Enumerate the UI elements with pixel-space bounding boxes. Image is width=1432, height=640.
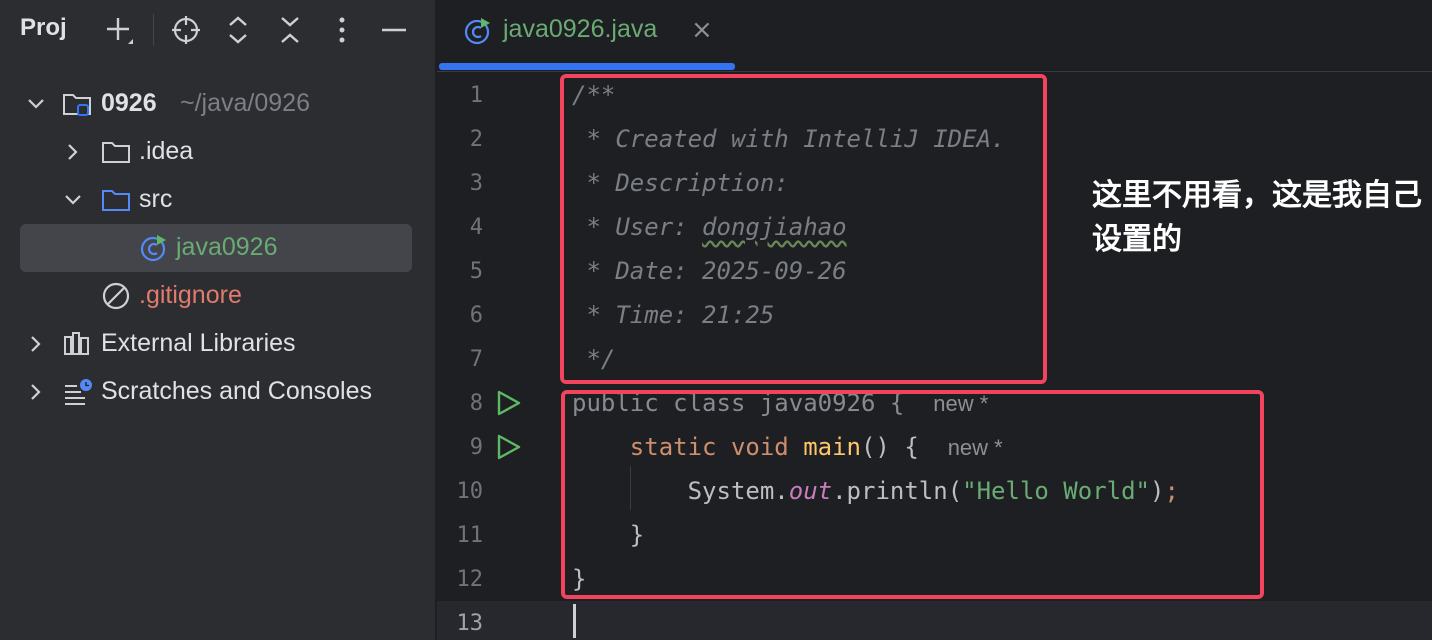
hide-panel-icon[interactable] bbox=[376, 12, 412, 48]
ignored-file-icon bbox=[101, 281, 131, 311]
line-number: 7 bbox=[469, 347, 483, 372]
chevron-right-icon[interactable] bbox=[26, 382, 46, 402]
tree-item-label: .idea bbox=[139, 137, 194, 165]
tree-item-label: External Libraries bbox=[101, 329, 296, 357]
library-icon bbox=[62, 329, 92, 359]
toolbar-separator bbox=[153, 14, 154, 46]
line-number-current: 13 bbox=[456, 611, 484, 636]
java-class-icon bbox=[139, 233, 169, 263]
line-number: 8 bbox=[469, 391, 483, 416]
annotation-box-header-comment bbox=[560, 74, 1047, 384]
active-tab-indicator bbox=[439, 63, 735, 70]
line-number: 3 bbox=[469, 171, 483, 196]
chevron-down-icon[interactable] bbox=[63, 190, 83, 210]
tree-item-gitignore[interactable]: .gitignore bbox=[0, 272, 436, 320]
folder-icon bbox=[101, 137, 131, 167]
locate-icon[interactable] bbox=[168, 12, 204, 48]
line-number: 5 bbox=[469, 259, 483, 284]
tree-item-label: java0926 bbox=[176, 233, 278, 261]
tree-item-external-libraries[interactable]: External Libraries bbox=[0, 320, 436, 368]
more-options-icon[interactable] bbox=[324, 12, 360, 48]
source-folder-icon bbox=[101, 185, 131, 215]
tree-item-root[interactable]: 0926 ~/java/0926 bbox=[0, 80, 436, 128]
tree-item-java-file[interactable]: java0926 bbox=[0, 224, 436, 272]
line-number: 4 bbox=[469, 215, 483, 240]
tab-label: java0926.java bbox=[503, 15, 658, 43]
chevron-right-icon[interactable] bbox=[63, 142, 83, 162]
editor-tab-bar: java0926.java × bbox=[437, 0, 1432, 72]
tree-item-label: src bbox=[139, 185, 173, 213]
tree-item-src[interactable]: src bbox=[0, 176, 436, 224]
java-class-icon bbox=[463, 16, 493, 46]
tree-item-label: Scratches and Consoles bbox=[101, 377, 372, 405]
editor-tab-java0926[interactable]: java0926.java × bbox=[437, 0, 737, 72]
line-number: 12 bbox=[456, 567, 484, 592]
collapse-all-icon[interactable] bbox=[272, 12, 308, 48]
annotation-text: 这里不用看，这是我自己设置的 bbox=[1092, 178, 1422, 257]
close-icon[interactable]: × bbox=[691, 16, 713, 44]
scratches-icon bbox=[62, 377, 92, 407]
chevron-down-icon[interactable] bbox=[26, 94, 46, 114]
line-number: 11 bbox=[456, 523, 484, 548]
chevron-right-icon[interactable] bbox=[26, 334, 46, 354]
tree-item-scratches[interactable]: Scratches and Consoles bbox=[0, 368, 436, 416]
tree-root-path: ~/java/0926 bbox=[180, 89, 310, 117]
tree-item-idea[interactable]: .idea bbox=[0, 128, 436, 176]
line-number: 2 bbox=[469, 127, 483, 152]
line-number: 6 bbox=[469, 303, 483, 328]
run-class-icon[interactable] bbox=[495, 389, 523, 417]
tree-item-label: .gitignore bbox=[139, 281, 242, 309]
add-icon[interactable] bbox=[102, 12, 138, 48]
module-folder-icon bbox=[62, 89, 92, 119]
text-caret bbox=[573, 604, 576, 638]
annotation-box-code bbox=[561, 390, 1264, 599]
run-main-icon[interactable] bbox=[495, 433, 523, 461]
line-number: 10 bbox=[456, 479, 484, 504]
project-panel-title[interactable]: Proj bbox=[20, 14, 67, 42]
project-toolbar: Proj bbox=[0, 0, 436, 62]
line-number: 1 bbox=[469, 83, 483, 108]
project-panel: Proj 0926 ~/java/0926 .idea src java0926… bbox=[0, 0, 436, 640]
tree-root-name: 0926 bbox=[101, 89, 157, 117]
expand-all-icon[interactable] bbox=[220, 12, 256, 48]
editor-gutter: 1 2 3 4 5 6 7 8 9 10 11 12 13 bbox=[437, 73, 557, 640]
line-number: 9 bbox=[469, 435, 483, 460]
